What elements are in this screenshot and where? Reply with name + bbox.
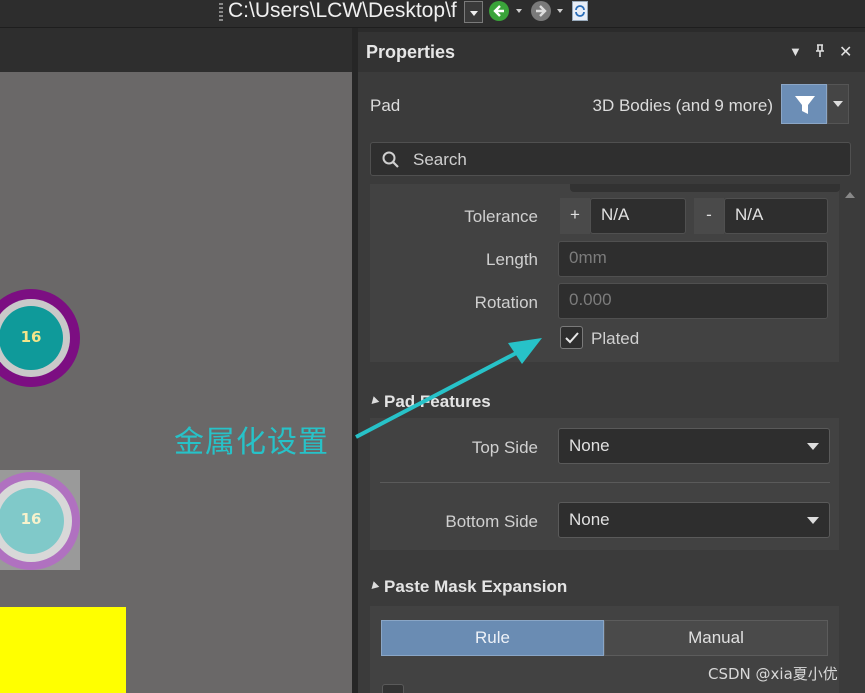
annotation-text: 金属化设置 <box>174 425 329 460</box>
watermark: CSDN @xia夏小优 <box>708 665 838 683</box>
annotation-arrow <box>355 338 542 439</box>
